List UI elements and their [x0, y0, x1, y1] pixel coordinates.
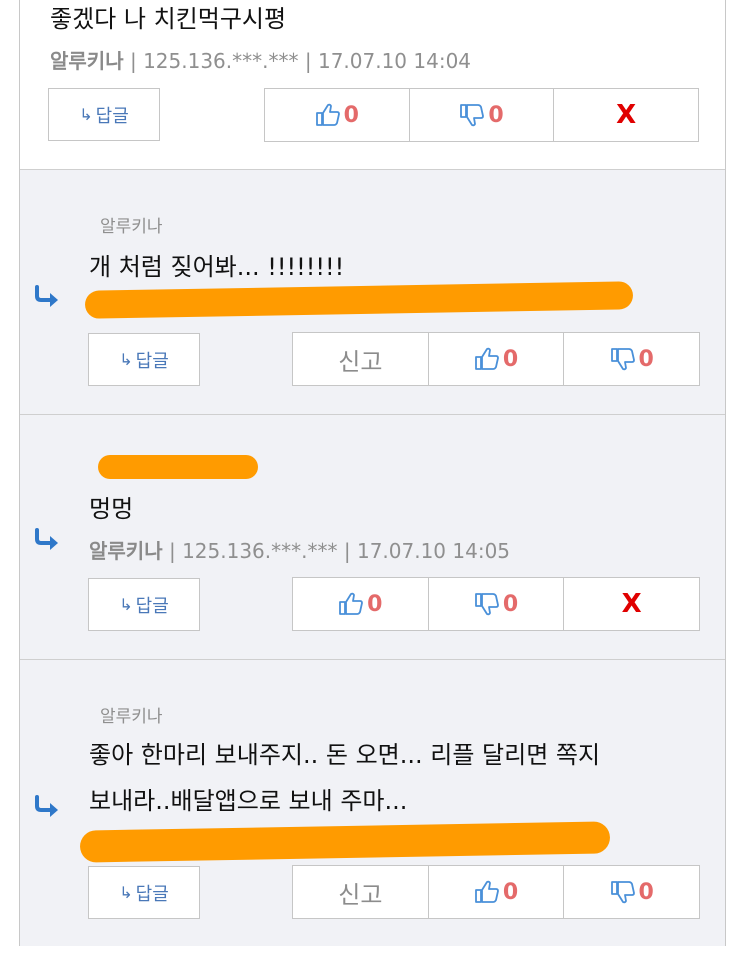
report-label: 신고 — [338, 347, 383, 376]
comment-ip: 125.136.***.*** — [182, 539, 338, 563]
thumbs-up-icon — [474, 879, 500, 905]
thumbs-up-icon — [338, 591, 364, 617]
reply-arrow-icon: ↳ — [119, 350, 133, 369]
report-button[interactable]: 신고 — [293, 866, 428, 918]
reply-arrow-icon: ↳ — [79, 105, 93, 124]
dislike-count: 0 — [638, 879, 654, 905]
vote-group: 0 0 X — [292, 577, 700, 631]
reply-comment-item: 멍멍 알루키나 | 125.136.***.*** | 17.07.10 14:… — [20, 415, 725, 660]
dislike-button[interactable]: 0 — [408, 89, 554, 141]
dislike-button[interactable]: 0 — [427, 578, 564, 630]
like-button[interactable]: 0 — [265, 89, 409, 141]
meta-separator: | — [129, 49, 137, 73]
report-button[interactable]: 신고 — [293, 333, 428, 385]
like-count: 0 — [343, 102, 359, 128]
delete-label: X — [616, 100, 637, 130]
vote-group: 신고 0 0 — [292, 332, 700, 386]
vote-group: 신고 0 0 — [292, 865, 700, 919]
vote-group: 0 0 X — [264, 88, 699, 142]
meta-separator: | — [304, 49, 312, 73]
reply-button[interactable]: ↳ 답글 — [88, 333, 200, 386]
meta-separator: | — [343, 539, 351, 563]
comment-text-line: 좋아 한마리 보내주지.. 돈 오면... 리플 달리면 쪽지 — [89, 741, 601, 769]
comment-text: 개 처럼 짖어봐... !!!!!!!! — [89, 253, 345, 281]
comment-author[interactable]: 알루키나 — [50, 49, 124, 73]
dislike-button[interactable]: 0 — [563, 333, 699, 385]
reply-label: 답글 — [135, 595, 169, 617]
like-button[interactable]: 0 — [427, 866, 564, 918]
redaction-mark — [98, 455, 258, 479]
comment-text: 좋겠다 나 치킨먹구시평 — [50, 5, 287, 33]
comment-text: 멍멍 — [89, 495, 134, 523]
reply-comment-item: 알루키나 개 처럼 짖어봐... !!!!!!!! ↳ 답글 신고 0 0 — [20, 170, 725, 415]
comment-item: 좋겠다 나 치킨먹구시평 알루키나 | 125.136.***.*** | 17… — [20, 0, 725, 170]
dislike-count: 0 — [488, 102, 504, 128]
thumbs-up-icon — [315, 102, 341, 128]
report-label: 신고 — [338, 880, 383, 909]
reply-label: 답글 — [135, 350, 169, 372]
reply-indicator-icon — [33, 795, 63, 819]
reply-button[interactable]: ↳ 답글 — [48, 88, 160, 141]
thumbs-down-icon — [474, 591, 500, 617]
meta-separator: | — [168, 539, 176, 563]
reply-button[interactable]: ↳ 답글 — [88, 866, 200, 919]
like-count: 0 — [367, 591, 383, 617]
like-count: 0 — [502, 346, 519, 372]
reply-arrow-icon: ↳ — [119, 883, 133, 902]
delete-label: X — [621, 589, 642, 619]
dislike-count: 0 — [638, 346, 654, 372]
like-count: 0 — [502, 879, 519, 905]
like-button[interactable]: 0 — [427, 333, 564, 385]
thumbs-down-icon — [610, 879, 636, 905]
delete-button[interactable]: X — [553, 89, 698, 141]
comment-date: 17.07.10 14:04 — [317, 49, 472, 73]
dislike-count: 0 — [502, 591, 519, 617]
redaction-mark — [84, 281, 634, 319]
thumbs-down-icon — [459, 102, 485, 128]
comment-list: 좋겠다 나 치킨먹구시평 알루키나 | 125.136.***.*** | 17… — [19, 0, 726, 946]
comment-meta: 알루키나 | 125.136.***.*** | 17.07.10 14:04 — [50, 45, 471, 74]
reply-label: 답글 — [95, 105, 129, 127]
comment-author-small: 알루키나 — [100, 217, 163, 237]
reply-indicator-icon — [33, 528, 63, 552]
delete-button[interactable]: X — [563, 578, 699, 630]
comment-text-line: 보내라..배달앱으로 보내 주마... — [89, 787, 408, 815]
comment-meta: 알루키나 | 125.136.***.*** | 17.07.10 14:05 — [89, 535, 510, 564]
comment-author[interactable]: 알루키나 — [89, 539, 163, 563]
reply-label: 답글 — [135, 883, 169, 905]
thumbs-up-icon — [474, 346, 500, 372]
redaction-mark — [79, 821, 611, 863]
reply-comment-item: 알루키나 좋아 한마리 보내주지.. 돈 오면... 리플 달리면 쪽지 보내라… — [20, 660, 725, 946]
reply-indicator-icon — [33, 285, 63, 309]
reply-arrow-icon: ↳ — [119, 595, 133, 614]
comment-date: 17.07.10 14:05 — [356, 539, 511, 563]
comment-ip: 125.136.***.*** — [143, 49, 299, 73]
reply-button[interactable]: ↳ 답글 — [88, 578, 200, 631]
dislike-button[interactable]: 0 — [563, 866, 699, 918]
like-button[interactable]: 0 — [293, 578, 428, 630]
comment-author-small: 알루키나 — [100, 707, 163, 727]
thumbs-down-icon — [610, 346, 636, 372]
